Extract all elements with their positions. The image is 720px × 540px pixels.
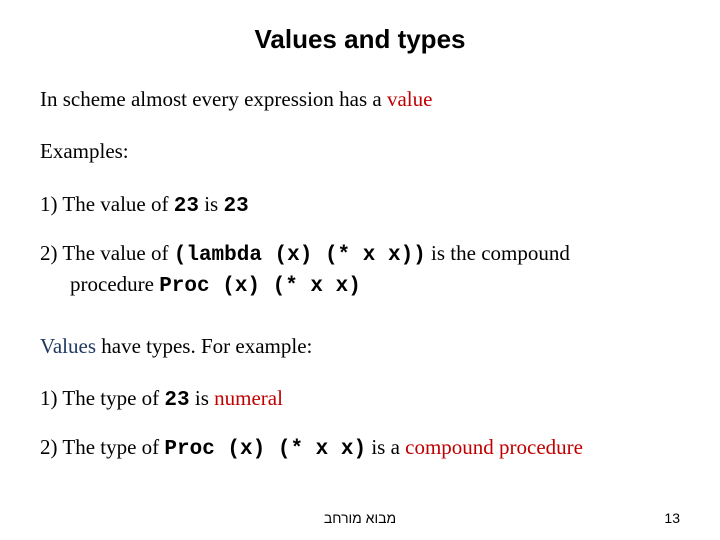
t2-code: Proc (x) (* x x) bbox=[164, 438, 366, 461]
examples-label: Examples: bbox=[40, 137, 680, 165]
footer-text: מבוא מורחב bbox=[0, 510, 720, 526]
ex1-code-1: 23 bbox=[174, 195, 199, 218]
ex2-code-1: (lambda (x) (* x x)) bbox=[174, 244, 426, 267]
t1-type: numeral bbox=[214, 386, 283, 410]
type-2: 2) The type of Proc (x) (* x x) is a com… bbox=[40, 433, 680, 464]
values-rest: have types. For example: bbox=[96, 334, 312, 358]
ex1-code-2: 23 bbox=[223, 195, 248, 218]
intro-value-word: value bbox=[387, 87, 432, 111]
slide: Values and types In scheme almost every … bbox=[0, 0, 720, 540]
ex2-prefix: 2) The value of bbox=[40, 241, 174, 265]
t1-prefix: 1) The type of bbox=[40, 386, 164, 410]
example-1: 1) The value of 23 is 23 bbox=[40, 190, 680, 221]
values-word: Values bbox=[40, 334, 96, 358]
page-number: 13 bbox=[664, 510, 680, 526]
t1-code: 23 bbox=[164, 389, 189, 412]
t2-prefix: 2) The type of bbox=[40, 435, 164, 459]
t2-mid: is a bbox=[366, 435, 405, 459]
intro-text: In scheme almost every expression has a bbox=[40, 87, 387, 111]
ex2-line2-prefix: procedure bbox=[40, 272, 159, 296]
values-have-types: Values have types. For example: bbox=[40, 332, 680, 360]
example-2: 2) The value of (lambda (x) (* x x)) is … bbox=[40, 239, 680, 302]
ex2-tail-1: is the compound bbox=[426, 241, 570, 265]
intro-line: In scheme almost every expression has a … bbox=[40, 85, 680, 113]
slide-title: Values and types bbox=[40, 24, 680, 55]
ex1-mid: is bbox=[199, 192, 224, 216]
type-1: 1) The type of 23 is numeral bbox=[40, 384, 680, 415]
ex1-prefix: 1) The value of bbox=[40, 192, 174, 216]
t2-type: compound procedure bbox=[405, 435, 583, 459]
ex2-code-2: Proc (x) (* x x) bbox=[159, 275, 361, 298]
t1-mid: is bbox=[190, 386, 215, 410]
